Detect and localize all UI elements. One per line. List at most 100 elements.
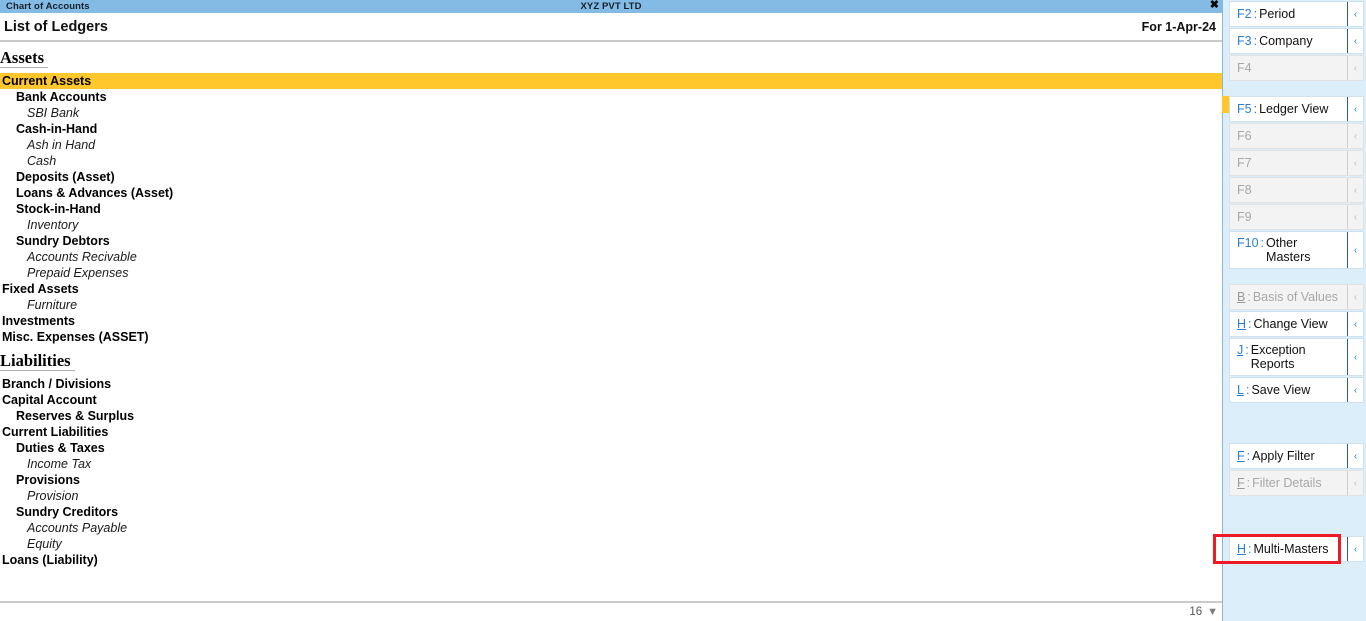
selection-highlight-edge [1222, 96, 1229, 113]
row-count: 16 [1189, 606, 1203, 618]
ledger-row[interactable]: Branch / Divisions [0, 376, 1222, 392]
sidebar-button-f4: F4 ‹ [1229, 55, 1364, 81]
sidebar-button-colon: : [1248, 317, 1252, 331]
sidebar-group: F: Apply Filter ‹ F: Filter Details ‹ [1223, 443, 1366, 496]
sidebar-button-label: Period [1259, 7, 1296, 21]
sidebar-button-colon: : [1260, 236, 1265, 250]
sidebar-group-separator [1223, 82, 1366, 95]
sidebar-button-text: F7 [1230, 152, 1347, 174]
scroll-down-caret-icon[interactable]: ▼ [1207, 606, 1218, 618]
sidebar-button-label: Exception Reports [1250, 343, 1306, 371]
ledger-row[interactable]: Loans & Advances (Asset) [0, 185, 1222, 201]
ledger-row[interactable]: Misc. Expenses (ASSET) [0, 329, 1222, 345]
chevron-left-icon[interactable]: ‹ [1347, 339, 1363, 375]
sidebar-button-colon: : [1253, 34, 1258, 48]
sidebar-button-exception-reports[interactable]: J: Exception Reports ‹ [1229, 338, 1364, 376]
close-icon[interactable]: ✖ [1210, 0, 1219, 12]
ledger-row[interactable]: Ash in Hand [0, 137, 1222, 153]
sidebar-button-company[interactable]: F3: Company ‹ [1229, 28, 1364, 54]
section-heading: Liabilities [0, 351, 75, 371]
sidebar-button-colon: : [1245, 383, 1250, 397]
ledger-row[interactable]: Sundry Debtors [0, 233, 1222, 249]
sidebar-button-shortcut: F7 [1237, 156, 1252, 170]
ledger-row[interactable]: Loans (Liability) [0, 552, 1222, 568]
sidebar-button-shortcut: L [1237, 383, 1244, 397]
ledger-row[interactable]: Cash [0, 153, 1222, 169]
ledger-row[interactable]: Stock-in-Hand [0, 201, 1222, 217]
ledger-row[interactable]: Current Liabilities [0, 424, 1222, 440]
ledger-row[interactable]: Inventory [0, 217, 1222, 233]
sidebar-button-f9: F9 ‹ [1229, 204, 1364, 230]
sidebar-button-text: L: Save View [1230, 379, 1347, 401]
ledger-row[interactable]: Fixed Assets [0, 281, 1222, 297]
ledger-row[interactable]: Accounts Payable [0, 520, 1222, 536]
sidebar-button-change-view[interactable]: H: Change View ‹ [1229, 311, 1364, 337]
ledger-row[interactable]: Capital Account [0, 392, 1222, 408]
sidebar-button-apply-filter[interactable]: F: Apply Filter ‹ [1229, 443, 1364, 469]
sidebar-button-label: Company [1259, 34, 1313, 48]
sidebar-button-text: H: Change View [1230, 313, 1347, 335]
sidebar-button-colon: : [1253, 102, 1258, 116]
report-period-label: For 1-Apr-24 [1141, 19, 1216, 34]
sidebar-button-text: F4 [1230, 57, 1347, 79]
chevron-left-icon[interactable]: ‹ [1347, 29, 1363, 53]
sidebar-button-other-masters[interactable]: F10: Other Masters ‹ [1229, 231, 1364, 269]
ledger-row-selected[interactable]: Current Assets [0, 73, 1222, 89]
sidebar-button-shortcut: J [1237, 343, 1244, 357]
sidebar-button-f7: F7 ‹ [1229, 150, 1364, 176]
window-titlebar: Chart of Accounts XYZ PVT LTD ✖ [0, 0, 1222, 13]
sidebar-group-separator [1223, 270, 1366, 283]
sidebar-button-shortcut: H [1237, 542, 1247, 556]
sidebar-button-text: F9 [1230, 206, 1347, 228]
sidebar-button-text: F6 [1230, 125, 1347, 147]
chevron-left-icon[interactable]: ‹ [1347, 2, 1363, 26]
sidebar-button-label: Change View [1253, 317, 1328, 331]
ledger-row[interactable]: SBI Bank [0, 105, 1222, 121]
ledger-row[interactable]: Furniture [0, 297, 1222, 313]
ledger-row[interactable]: Income Tax [0, 456, 1222, 472]
sidebar-button-label: Basis of Values [1252, 290, 1339, 304]
ledger-row[interactable]: Duties & Taxes [0, 440, 1222, 456]
sidebar-group-separator [1223, 404, 1366, 417]
sidebar-button-period[interactable]: F2: Period ‹ [1229, 1, 1364, 27]
sidebar-button-text: F3: Company [1230, 30, 1347, 52]
sidebar-button-shortcut: F10 [1237, 236, 1259, 250]
chevron-left-icon[interactable]: ‹ [1347, 97, 1363, 121]
ledger-row[interactable]: Sundry Creditors [0, 504, 1222, 520]
chevron-left-icon[interactable]: ‹ [1347, 537, 1363, 561]
ledger-row[interactable]: Cash-in-Hand [0, 121, 1222, 137]
sidebar-button-basis-of-values: B: Basis of Values ‹ [1229, 284, 1364, 310]
sidebar-button-shortcut: F8 [1237, 183, 1252, 197]
sidebar-button-f6: F6 ‹ [1229, 123, 1364, 149]
sidebar-button-multi-masters[interactable]: H: Multi-Masters ‹ [1229, 536, 1364, 562]
chevron-left-icon: ‹ [1347, 178, 1363, 202]
ledger-row[interactable]: Provisions [0, 472, 1222, 488]
sidebar-button-text: F2: Period [1230, 3, 1347, 25]
chevron-left-icon: ‹ [1347, 124, 1363, 148]
page-title: List of Ledgers [4, 18, 108, 35]
ledger-row[interactable]: Prepaid Expenses [0, 265, 1222, 281]
chevron-left-icon[interactable]: ‹ [1347, 232, 1363, 268]
sidebar-button-text: B: Basis of Values [1230, 286, 1347, 308]
ledger-row[interactable]: Deposits (Asset) [0, 169, 1222, 185]
chevron-left-icon: ‹ [1347, 205, 1363, 229]
ledger-row[interactable]: Equity [0, 536, 1222, 552]
sidebar-button-shortcut: F4 [1237, 61, 1252, 75]
chevron-left-icon[interactable]: ‹ [1347, 378, 1363, 402]
report-panel: List of Ledgers For 1-Apr-24 Assets Curre… [0, 13, 1222, 621]
sidebar-button-shortcut: F5 [1237, 102, 1252, 116]
ledger-row[interactable]: Bank Accounts [0, 89, 1222, 105]
chevron-left-icon[interactable]: ‹ [1347, 312, 1363, 336]
sidebar-button-shortcut: F2 [1237, 7, 1252, 21]
sidebar-group: H: Multi-Masters ‹ [1223, 536, 1366, 562]
ledger-row[interactable]: Accounts Recivable [0, 249, 1222, 265]
ledger-row[interactable]: Investments [0, 313, 1222, 329]
chevron-left-icon[interactable]: ‹ [1347, 444, 1363, 468]
sidebar-button-ledger-view[interactable]: F5: Ledger View ‹ [1229, 96, 1364, 122]
sidebar-button-colon: : [1246, 449, 1251, 463]
tally-chart-of-accounts-screen: Chart of Accounts XYZ PVT LTD ✖ List of … [0, 0, 1366, 621]
ledger-row[interactable]: Reserves & Surplus [0, 408, 1222, 424]
ledger-row[interactable]: Provision [0, 488, 1222, 504]
sidebar-button-save-view[interactable]: L: Save View ‹ [1229, 377, 1364, 403]
ledger-list: Current Assets Bank Accounts SBI Bank Cash-… [0, 73, 1222, 345]
